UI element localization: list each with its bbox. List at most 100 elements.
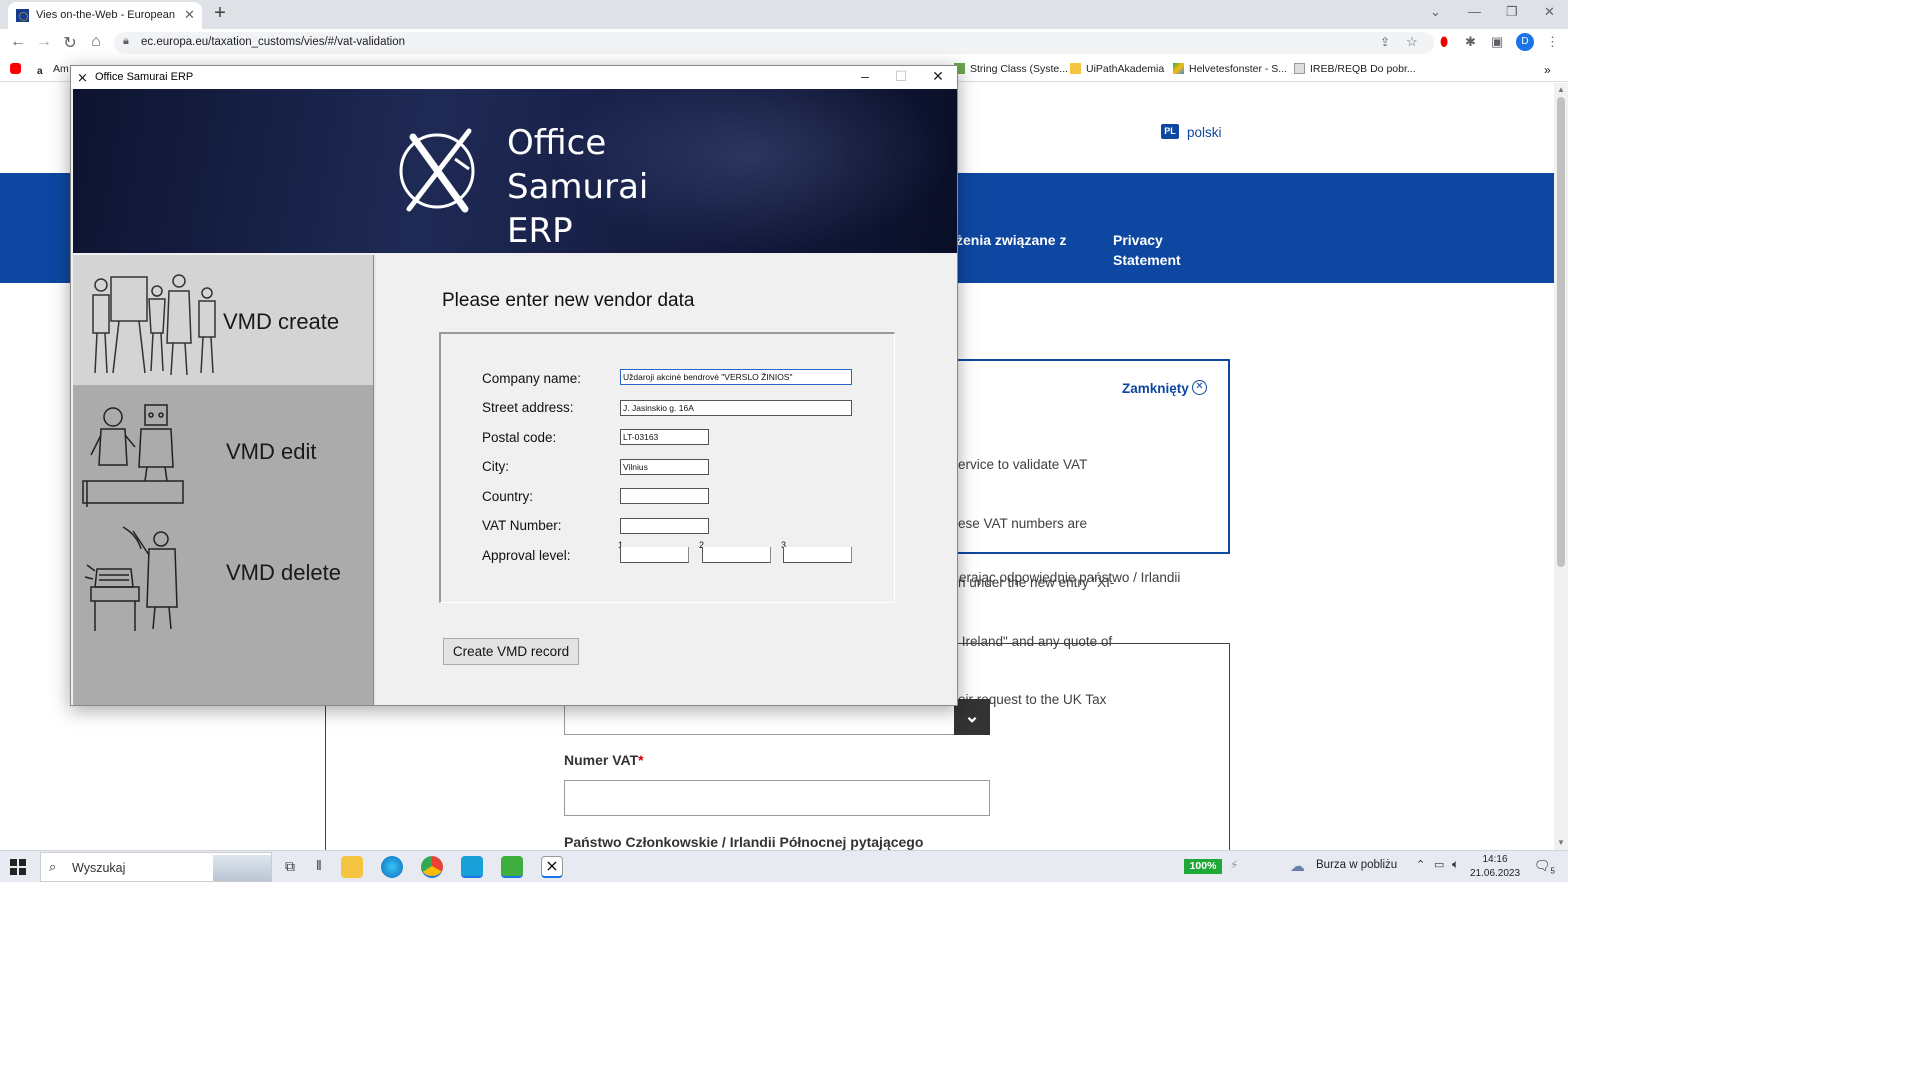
address-bar[interactable]: 🔒︎ ec.europa.eu/taxation_customs/vies/#/… <box>114 32 1434 54</box>
windows-taskbar: ⌕ Wyszukaj ⧉ ‖ ⨯ 100% ⚡︎ ☁︎ Burza w pobl… <box>0 850 1568 882</box>
erp-minimize-button[interactable]: – <box>855 68 875 84</box>
language-code-badge[interactable]: PL <box>1161 124 1179 139</box>
page-icon <box>1294 63 1305 74</box>
nav-item-services[interactable]: żenia związane z <box>956 230 1066 250</box>
close-circle-icon[interactable]: ✕ <box>1192 380 1207 395</box>
approval-level-3-input[interactable] <box>783 547 852 563</box>
plug-icon: ⚡︎ <box>1230 858 1239 872</box>
vat-number-input[interactable] <box>564 780 990 816</box>
back-icon[interactable]: ← <box>8 33 28 51</box>
erp-title-bar[interactable]: ⨯ Office Samurai ERP – ☐ ✕ <box>71 66 957 89</box>
bookmark-ireb[interactable]: IREB/REQB Do pobr... <box>1294 63 1416 75</box>
notification-count: 5 <box>1550 866 1555 876</box>
nav-vmd-create[interactable]: VMD create <box>73 255 373 385</box>
task-view-icon[interactable]: ⧉ <box>285 858 295 875</box>
profile-avatar[interactable]: D <box>1516 33 1534 51</box>
approval-level-label: Approval level: <box>482 548 571 563</box>
samurai-erp-taskbar-icon[interactable]: ⨯ <box>541 856 563 878</box>
windows-start-icon[interactable] <box>10 859 26 875</box>
notice-line: ervice to validate VAT <box>958 457 1088 473</box>
clock-date: 21.06.2023 <box>1470 868 1521 879</box>
amazon-bookmark[interactable]: a Am <box>37 63 69 77</box>
close-window-button[interactable]: ✕ <box>1544 4 1555 20</box>
erp-sidebar: VMD create VMD edit VMD delete <box>73 255 373 705</box>
search-highlight-image[interactable] <box>213 855 271 881</box>
vat-number-input[interactable] <box>620 518 709 534</box>
weather-text[interactable]: Burza w pobliżu <box>1316 859 1397 871</box>
menu-icon[interactable]: ⋮ <box>1546 34 1559 50</box>
forward-icon[interactable]: → <box>34 33 54 51</box>
city-label: City: <box>482 459 509 474</box>
restore-button[interactable]: ❐ <box>1506 4 1518 20</box>
approval-level-1-input[interactable] <box>620 547 689 563</box>
reload-icon[interactable]: ↻ <box>60 33 80 53</box>
file-explorer-icon[interactable] <box>341 856 363 878</box>
page-scrollbar[interactable]: ▲ ▼ <box>1554 83 1568 850</box>
postal-code-label: Postal code: <box>482 430 557 445</box>
chevron-down-icon[interactable]: ⌄ <box>954 699 990 735</box>
media-player-icon[interactable] <box>501 856 523 878</box>
chrome-icon[interactable] <box>421 856 443 878</box>
nav-privacy-line1: Privacy <box>1113 232 1163 248</box>
close-tab-icon[interactable]: ✕ <box>184 7 195 23</box>
amazon-icon: a <box>37 66 48 77</box>
nav-vmd-delete[interactable]: VMD delete <box>73 517 373 647</box>
postal-code-input[interactable]: LT-03163 <box>620 429 709 445</box>
battery-indicator[interactable]: 100% <box>1184 859 1222 874</box>
scroll-up-icon[interactable]: ▲ <box>1557 85 1565 94</box>
nav-vmd-edit[interactable]: VMD edit <box>73 385 373 515</box>
storm-cloud-icon[interactable]: ☁︎ <box>1290 857 1305 875</box>
street-address-input[interactable]: J. Jasinskio g. 16A <box>620 400 852 416</box>
minimize-button[interactable]: — <box>1468 4 1481 19</box>
battery-icon[interactable]: ▭ <box>1434 858 1444 871</box>
bookmark-star-icon[interactable]: ☆ <box>1406 34 1418 50</box>
volume-icon[interactable]: 🔈︎ <box>1452 857 1459 872</box>
approval-level-2-input[interactable] <box>702 547 771 563</box>
city-input[interactable]: Vilnius <box>620 459 709 475</box>
samurai-shredder-illustration <box>84 526 178 631</box>
bookmark-helvetesfonster[interactable]: Helvetesfonster - S... <box>1173 63 1287 75</box>
browser-tab[interactable]: Vies on-the-Web - European Com ✕ <box>8 2 202 29</box>
new-tab-button[interactable]: + <box>208 3 232 25</box>
notice-close-link[interactable]: Zamknięty <box>1122 381 1189 396</box>
divider-icon: ‖ <box>316 857 322 873</box>
taskbar-search[interactable]: ⌕ Wyszukaj <box>40 852 272 882</box>
erp-close-button[interactable]: ✕ <box>928 68 948 85</box>
search-icon: ⌕ <box>49 859 57 874</box>
app-s-icon[interactable] <box>461 856 483 878</box>
create-vmd-record-button[interactable]: Create VMD record <box>443 638 579 665</box>
opera-icon[interactable]: ⬮ <box>1440 34 1448 50</box>
bookmark-string-class[interactable]: String Class (Syste... <box>954 63 1068 75</box>
samurai-app-icon: ⨯ <box>77 70 88 85</box>
erp-window: ⨯ Office Samurai ERP – ☐ ✕ Office Samura… <box>70 65 958 706</box>
scroll-down-icon[interactable]: ▼ <box>1557 838 1565 847</box>
nav-item-privacy[interactable]: Privacy Statement <box>1113 230 1181 270</box>
youtube-bookmark[interactable] <box>10 63 26 75</box>
scrollbar-thumb[interactable] <box>1557 97 1565 567</box>
share-icon[interactable]: ⇪ <box>1380 35 1390 49</box>
extensions-icon[interactable]: ✱ <box>1465 34 1476 50</box>
erp-window-title: Office Samurai ERP <box>95 71 194 83</box>
country-input[interactable] <box>620 488 709 504</box>
side-panel-icon[interactable]: ▣ <box>1491 34 1503 50</box>
home-icon[interactable]: ⌂ <box>86 33 106 51</box>
erp-maximize-button[interactable]: ☐ <box>891 68 911 85</box>
url-text[interactable]: ec.europa.eu/taxation_customs/vies/#/vat… <box>141 36 405 48</box>
bookmark-uipath[interactable]: UiPathAkademia <box>1070 63 1164 75</box>
nav-edit-label: VMD edit <box>226 439 317 464</box>
notification-center-icon[interactable]: 🗨︎5 <box>1534 858 1555 876</box>
search-placeholder[interactable]: Wyszukaj <box>72 861 125 875</box>
chevron-up-icon[interactable]: ⌃ <box>1416 858 1425 871</box>
country-label: Country: <box>482 489 534 504</box>
more-bookmarks-icon[interactable]: » <box>1544 63 1551 77</box>
language-selector[interactable]: polski <box>1187 125 1222 140</box>
system-clock[interactable]: 14:16 21.06.2023 <box>1470 853 1520 881</box>
youtube-icon <box>10 63 21 74</box>
tab-search-icon[interactable]: ⌄ <box>1430 4 1441 20</box>
vendor-form-panel: Please enter new vendor data Company nam… <box>376 255 957 705</box>
drive-icon <box>1173 63 1184 74</box>
edge-icon[interactable] <box>381 856 403 878</box>
lock-icon[interactable]: 🔒︎ <box>123 35 129 48</box>
vat-label-text: Numer VAT <box>564 752 639 768</box>
company-name-input[interactable]: Uždaroji akcinė bendrovė "VERSLO ŽINIOS" <box>620 369 852 385</box>
